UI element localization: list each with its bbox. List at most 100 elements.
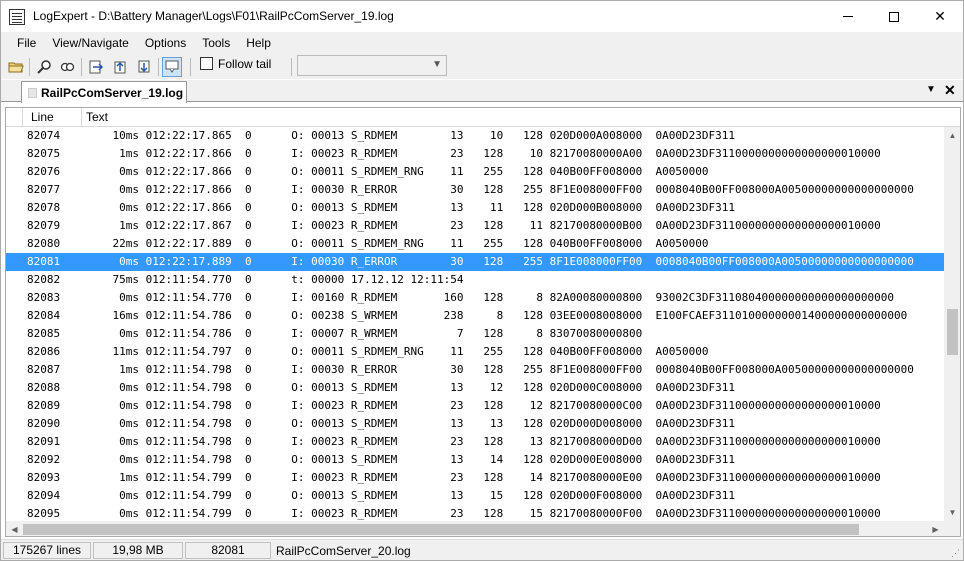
vertical-scrollbar[interactable]: ▲ ▼ bbox=[944, 127, 960, 521]
line-number: 82090 bbox=[27, 417, 61, 430]
log-text: 0ms 012:11:54.798 0 O: 00013 S_RDMEM 13 … bbox=[86, 381, 736, 394]
follow-tail-label[interactable]: Follow tail bbox=[218, 57, 271, 71]
close-icon: ✕ bbox=[934, 8, 946, 24]
log-text: 0ms 012:11:54.770 0 I: 00160 R_RDMEM 160… bbox=[86, 291, 894, 304]
scrollbar-corner bbox=[944, 521, 960, 536]
go-to-line-icon[interactable] bbox=[86, 57, 106, 77]
line-number: 82094 bbox=[27, 489, 61, 502]
column-header-line[interactable]: Line bbox=[23, 108, 82, 127]
title-bar[interactable]: LogExpert - D:\Battery Manager\Logs\F01\… bbox=[1, 1, 963, 32]
log-rows: 82074 10ms 012:22:17.865 0 O: 00013 S_RD… bbox=[6, 127, 944, 521]
minimize-button[interactable] bbox=[825, 1, 871, 32]
column-header-text[interactable]: Text bbox=[82, 108, 952, 127]
table-row[interactable]: 82095 0ms 012:11:54.799 0 I: 00023 R_RDM… bbox=[6, 505, 944, 521]
horizontal-scrollbar[interactable]: ◀ ▶ bbox=[6, 521, 944, 536]
table-row[interactable]: 82089 0ms 012:11:54.798 0 I: 00023 R_RDM… bbox=[6, 397, 944, 415]
scroll-left-icon[interactable]: ◀ bbox=[6, 521, 23, 536]
line-number: 82095 bbox=[27, 507, 61, 520]
log-text: 0ms 012:11:54.798 0 O: 00013 S_RDMEM 13 … bbox=[86, 453, 736, 466]
line-number: 82078 bbox=[27, 201, 61, 214]
log-text: 22ms 012:22:17.889 0 O: 00011 S_RDMEM_RN… bbox=[86, 237, 709, 250]
menu-bar: File View/Navigate Options Tools Help bbox=[1, 32, 963, 55]
maximize-button[interactable] bbox=[871, 1, 917, 32]
menu-help[interactable]: Help bbox=[238, 32, 279, 55]
line-number: 82091 bbox=[27, 435, 61, 448]
line-number: 82074 bbox=[27, 129, 61, 142]
table-row[interactable]: 82079 1ms 012:22:17.867 0 I: 00023 R_RDM… bbox=[6, 217, 944, 235]
chevron-down-icon: ▼ bbox=[432, 59, 442, 70]
horizontal-scroll-thumb[interactable] bbox=[23, 524, 859, 535]
table-row[interactable]: 82081 0ms 012:22:17.889 0 I: 00030 R_ERR… bbox=[6, 253, 944, 271]
log-text: 75ms 012:11:54.770 0 t: 00000 17.12.12 1… bbox=[86, 273, 464, 286]
line-number: 82075 bbox=[27, 147, 61, 160]
status-file-size: 19,98 MB bbox=[93, 542, 183, 559]
toolbar-separator bbox=[81, 58, 82, 76]
menu-file[interactable]: File bbox=[9, 32, 44, 55]
scroll-down-icon[interactable]: ▼ bbox=[944, 504, 960, 521]
log-text: 1ms 012:11:54.798 0 I: 00030 R_ERROR 30 … bbox=[86, 363, 914, 376]
log-text: 16ms 012:11:54.786 0 O: 00238 S_WRMEM 23… bbox=[86, 309, 908, 322]
open-folder-icon[interactable] bbox=[6, 57, 26, 77]
table-row[interactable]: 82075 1ms 012:22:17.866 0 I: 00023 R_RDM… bbox=[6, 145, 944, 163]
filter-search-icon[interactable] bbox=[57, 57, 77, 77]
table-row[interactable]: 82090 0ms 012:11:54.798 0 O: 00013 S_RDM… bbox=[6, 415, 944, 433]
log-text: 10ms 012:22:17.865 0 O: 00013 S_RDMEM 13… bbox=[86, 129, 736, 142]
line-number: 82085 bbox=[27, 327, 61, 340]
table-row[interactable]: 82074 10ms 012:22:17.865 0 O: 00013 S_RD… bbox=[6, 127, 944, 145]
log-document-icon bbox=[9, 9, 25, 25]
log-text: 0ms 012:11:54.786 0 I: 00007 R_WRMEM 7 1… bbox=[86, 327, 643, 340]
menu-tools[interactable]: Tools bbox=[194, 32, 238, 55]
table-row[interactable]: 82093 1ms 012:11:54.799 0 I: 00023 R_RDM… bbox=[6, 469, 944, 487]
toolbar-separator bbox=[29, 58, 30, 76]
bubble-view-icon[interactable] bbox=[162, 57, 182, 77]
table-row[interactable]: 82092 0ms 012:11:54.798 0 O: 00013 S_RDM… bbox=[6, 451, 944, 469]
log-text: 0ms 012:11:54.798 0 I: 00023 R_RDMEM 23 … bbox=[86, 399, 881, 412]
line-number: 82077 bbox=[27, 183, 61, 196]
line-number: 82092 bbox=[27, 453, 61, 466]
scroll-right-icon[interactable]: ▶ bbox=[927, 521, 944, 536]
table-row[interactable]: 82076 0ms 012:22:17.866 0 O: 00011 S_RDM… bbox=[6, 163, 944, 181]
log-grid[interactable]: Line Text 82074 10ms 012:22:17.865 0 O: … bbox=[5, 107, 961, 537]
table-row[interactable]: 82091 0ms 012:11:54.798 0 I: 00023 R_RDM… bbox=[6, 433, 944, 451]
close-button[interactable]: ✕ bbox=[917, 1, 963, 32]
menu-view-navigate[interactable]: View/Navigate bbox=[44, 32, 137, 55]
logexpert-window: LogExpert - D:\Battery Manager\Logs\F01\… bbox=[0, 0, 964, 561]
follow-tail-checkbox[interactable] bbox=[200, 57, 213, 70]
table-row[interactable]: 82087 1ms 012:11:54.798 0 I: 00030 R_ERR… bbox=[6, 361, 944, 379]
table-row[interactable]: 82088 0ms 012:11:54.798 0 O: 00013 S_RDM… bbox=[6, 379, 944, 397]
line-number: 82089 bbox=[27, 399, 61, 412]
line-number: 82079 bbox=[27, 219, 61, 232]
table-row[interactable]: 82078 0ms 012:22:17.866 0 O: 00013 S_RDM… bbox=[6, 199, 944, 217]
table-row[interactable]: 82085 0ms 012:11:54.786 0 I: 00007 R_WRM… bbox=[6, 325, 944, 343]
menu-options[interactable]: Options bbox=[137, 32, 194, 55]
table-row[interactable]: 82094 0ms 012:11:54.799 0 O: 00013 S_RDM… bbox=[6, 487, 944, 505]
table-row[interactable]: 82080 22ms 012:22:17.889 0 O: 00011 S_RD… bbox=[6, 235, 944, 253]
table-row[interactable]: 82086 11ms 012:11:54.797 0 O: 00011 S_RD… bbox=[6, 343, 944, 361]
line-number: 82087 bbox=[27, 363, 61, 376]
log-text: 1ms 012:22:17.867 0 I: 00023 R_RDMEM 23 … bbox=[86, 219, 881, 232]
resize-grip-icon[interactable]: ⋰ bbox=[951, 548, 961, 558]
grid-header: Line Text bbox=[6, 108, 960, 127]
status-current-line: 82081 bbox=[185, 542, 271, 559]
line-number: 82083 bbox=[27, 291, 61, 304]
table-row[interactable]: 82084 16ms 012:11:54.786 0 O: 00238 S_WR… bbox=[6, 307, 944, 325]
log-text: 1ms 012:22:17.866 0 I: 00023 R_RDMEM 23 … bbox=[86, 147, 881, 160]
tab-log-file[interactable]: RailPcComServer_19.log bbox=[21, 81, 187, 103]
tab-list-dropdown-icon[interactable]: ▼ bbox=[926, 84, 936, 95]
table-row[interactable]: 82083 0ms 012:11:54.770 0 I: 00160 R_RDM… bbox=[6, 289, 944, 307]
log-text: 0ms 012:11:54.798 0 O: 00013 S_RDMEM 13 … bbox=[86, 417, 736, 430]
line-number: 82084 bbox=[27, 309, 61, 322]
toolbar-separator bbox=[291, 58, 292, 76]
line-number: 82082 bbox=[27, 273, 61, 286]
bookmark-down-icon[interactable] bbox=[134, 57, 154, 77]
line-number: 82080 bbox=[27, 237, 61, 250]
scroll-up-icon[interactable]: ▲ bbox=[944, 127, 960, 144]
table-row[interactable]: 82082 75ms 012:11:54.770 0 t: 00000 17.1… bbox=[6, 271, 944, 289]
log-text: 0ms 012:11:54.798 0 I: 00023 R_RDMEM 23 … bbox=[86, 435, 881, 448]
vertical-scroll-thumb[interactable] bbox=[947, 309, 958, 355]
filter-combo[interactable]: ▼ bbox=[297, 55, 447, 76]
tab-close-icon[interactable]: ✕ bbox=[944, 82, 956, 99]
search-icon[interactable] bbox=[34, 57, 54, 77]
bookmark-up-icon[interactable] bbox=[110, 57, 130, 77]
table-row[interactable]: 82077 0ms 012:22:17.866 0 I: 00030 R_ERR… bbox=[6, 181, 944, 199]
